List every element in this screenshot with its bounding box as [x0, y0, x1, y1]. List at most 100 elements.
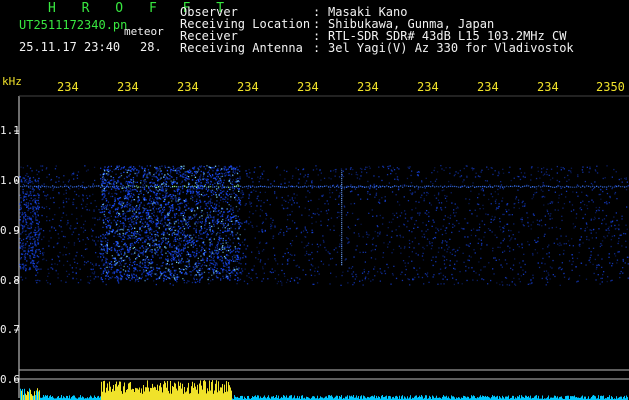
noise-dot [554, 209, 556, 211]
noise-dot [127, 184, 129, 186]
noise-dot [180, 232, 182, 234]
noise-dot [365, 231, 368, 233]
noise-dot [146, 175, 148, 177]
noise-dot [93, 271, 96, 273]
noise-dot [39, 250, 41, 252]
noise-dot [192, 246, 194, 248]
noise-dot [508, 209, 510, 211]
noise-dot [530, 174, 532, 176]
noise-dot [210, 240, 213, 242]
noise-dot [218, 182, 221, 185]
noise-dot [560, 193, 563, 195]
noise-dot [297, 169, 299, 171]
noise-dot [107, 174, 109, 176]
noise-dot [167, 173, 169, 175]
noise-dot [324, 246, 326, 249]
noise-dot [395, 277, 398, 280]
noise-dot [292, 200, 294, 202]
noise-dot [84, 248, 87, 250]
noise-dot [36, 173, 38, 176]
noise-dot [564, 176, 566, 179]
noise-dot [181, 272, 183, 274]
noise-dot [294, 254, 296, 256]
noise-dot [25, 202, 27, 204]
noise-dot [165, 223, 167, 225]
noise-dot [165, 278, 167, 280]
noise-dot [322, 235, 324, 237]
noise-dot [98, 218, 101, 221]
noise-dot [407, 200, 410, 202]
noise-dot [215, 234, 217, 236]
noise-dot [427, 228, 429, 231]
noise-dot [209, 239, 212, 241]
noise-dot [584, 180, 586, 183]
noise-dot [82, 227, 85, 229]
noise-dot [444, 229, 446, 232]
noise-dot [133, 166, 135, 168]
noise-dot [222, 218, 224, 221]
noise-dot [109, 169, 111, 171]
noise-dot [204, 207, 206, 210]
noise-dot [215, 192, 217, 194]
noise-dot [166, 214, 168, 216]
noise-dot [238, 180, 240, 183]
noise-dot [187, 239, 189, 242]
noise-dot [445, 232, 447, 234]
noise-dot [165, 238, 167, 240]
noise-dot [131, 199, 133, 201]
noise-dot [222, 201, 225, 203]
noise-dot [192, 192, 194, 194]
noise-dot [246, 275, 248, 277]
noise-dot [199, 262, 201, 265]
noise-dot [215, 272, 218, 274]
noise-dot [116, 242, 118, 244]
noise-dot [505, 211, 508, 213]
noise-dot [183, 213, 185, 215]
noise-dot [370, 280, 372, 282]
noise-dot [598, 217, 600, 220]
noise-dot [107, 262, 109, 264]
noise-dot [175, 279, 177, 281]
noise-dot [543, 235, 545, 237]
noise-dot [188, 178, 190, 180]
noise-dot [119, 258, 121, 260]
noise-dot [598, 206, 601, 209]
noise-dot [595, 170, 597, 172]
noise-dot [314, 267, 317, 269]
noise-dot [519, 168, 521, 170]
noise-dot [242, 196, 244, 198]
noise-dot [378, 199, 381, 201]
noise-dot [115, 187, 117, 189]
noise-dot [204, 249, 206, 251]
noise-dot [131, 184, 133, 187]
noise-dot [162, 194, 164, 197]
noise-dot [205, 202, 207, 205]
noise-dot [220, 278, 222, 280]
noise-dot [319, 169, 321, 171]
noise-dot [158, 227, 160, 230]
noise-dot [204, 224, 206, 226]
noise-dot [219, 259, 221, 261]
noise-dot [275, 260, 277, 262]
noise-dot [441, 242, 443, 244]
noise-dot [108, 266, 110, 268]
noise-dot [499, 283, 501, 286]
noise-dot [177, 255, 179, 257]
noise-dot [172, 210, 174, 212]
noise-dot [291, 203, 293, 206]
noise-dot [55, 181, 57, 183]
noise-dot [289, 199, 291, 201]
noise-dot [559, 242, 561, 244]
noise-dot [120, 174, 123, 177]
noise-dot [206, 212, 208, 214]
noise-dot [505, 277, 508, 279]
noise-dot [55, 229, 57, 231]
noise-dot [211, 259, 213, 261]
noise-dot [173, 232, 175, 234]
noise-dot [595, 279, 597, 281]
noise-dot [174, 216, 176, 219]
noise-dot [123, 223, 126, 225]
noise-dot [353, 282, 355, 284]
noise-dot [134, 263, 136, 265]
noise-dot [444, 197, 447, 199]
